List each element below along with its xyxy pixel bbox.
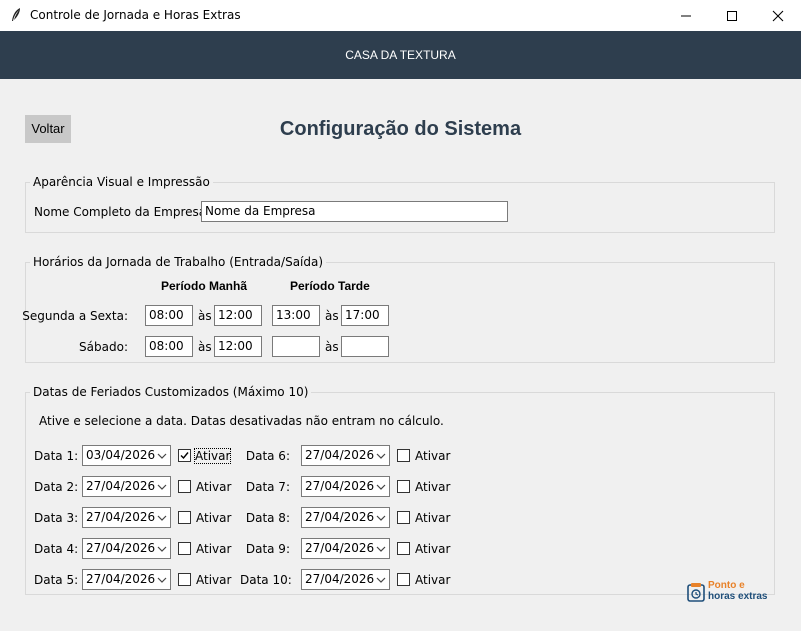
chevron-down-icon (157, 484, 167, 490)
holiday-3-activate-label[interactable]: Ativar (196, 511, 231, 525)
saturday-label: Sábado: (79, 340, 128, 354)
holiday-1-activate-label[interactable]: Ativar (193, 448, 232, 464)
holiday-2-activate-label[interactable]: Ativar (196, 480, 231, 494)
company-name-input[interactable]: Nome da Empresa (201, 201, 508, 222)
holiday-8-checkbox[interactable] (397, 511, 410, 524)
page-title: Configuração do Sistema (279, 118, 522, 140)
saturday-morning-sep: às (198, 340, 212, 354)
minimize-button[interactable] (663, 0, 709, 31)
holiday-7-activate-label[interactable]: Ativar (415, 480, 450, 494)
close-button[interactable] (755, 0, 801, 31)
holiday-3-label: Data 3: (34, 511, 79, 525)
holiday-1-date[interactable]: 03/04/2026 (82, 445, 171, 466)
chevron-down-icon (376, 546, 386, 552)
holiday-4-label: Data 4: (34, 542, 79, 556)
holiday-1-checkbox[interactable] (178, 449, 191, 462)
saturday-morning-in[interactable]: 08:00 (145, 336, 193, 357)
minimize-icon (681, 15, 691, 16)
holiday-9-label: Data 9: (245, 542, 290, 556)
holiday-9-activate-label[interactable]: Ativar (415, 542, 450, 556)
holiday-7-date[interactable]: 27/04/2026 (301, 476, 390, 497)
holiday-5-label: Data 5: (34, 573, 79, 587)
holiday-6-activate-label[interactable]: Ativar (415, 449, 450, 463)
logo-line-2: horas extras (708, 591, 768, 602)
logo-line-1: Ponto e (708, 580, 745, 591)
holiday-6-date[interactable]: 27/04/2026 (301, 445, 390, 466)
holiday-5-date[interactable]: 27/04/2026 (82, 569, 171, 590)
weekday-morning-sep: às (198, 309, 212, 323)
weekday-afternoon-sep: às (325, 309, 339, 323)
holiday-8-activate-label[interactable]: Ativar (415, 511, 450, 525)
weekday-morning-in[interactable]: 08:00 (145, 305, 193, 326)
holiday-9-date[interactable]: 27/04/2026 (301, 538, 390, 559)
holiday-10-label: Data 10: (240, 573, 292, 587)
clock-card-icon (687, 583, 705, 602)
appearance-group-title: Aparência Visual e Impressão (30, 175, 213, 189)
afternoon-period-header: Período Tarde (290, 279, 370, 293)
schedule-group-title: Horários da Jornada de Trabalho (Entrada… (30, 255, 327, 269)
chevron-down-icon (157, 546, 167, 552)
saturday-afternoon-sep: às (325, 340, 339, 354)
window-titlebar: Controle de Jornada e Horas Extras (0, 0, 801, 31)
chevron-down-icon (376, 515, 386, 521)
weekday-afternoon-out[interactable]: 17:00 (341, 305, 389, 326)
saturday-afternoon-out[interactable] (341, 336, 389, 357)
app-header: CASA DA TEXTURA (0, 31, 801, 79)
weekday-label: Segunda a Sexta: (22, 309, 128, 323)
holiday-4-date[interactable]: 27/04/2026 (82, 538, 171, 559)
holiday-10-checkbox[interactable] (397, 573, 410, 586)
chevron-down-icon (376, 453, 386, 459)
feather-icon (10, 7, 22, 23)
holiday-6-label: Data 6: (245, 449, 290, 463)
holiday-7-checkbox[interactable] (397, 480, 410, 493)
checkmark-icon (180, 452, 189, 460)
weekday-afternoon-in[interactable]: 13:00 (272, 305, 320, 326)
brand-name: CASA DA TEXTURA (345, 48, 456, 62)
morning-period-header: Período Manhã (161, 279, 248, 293)
schedule-group (25, 262, 775, 363)
chevron-down-icon (376, 484, 386, 490)
holiday-2-date[interactable]: 27/04/2026 (82, 476, 171, 497)
holiday-10-activate-label[interactable]: Ativar (415, 573, 450, 587)
holiday-10-date[interactable]: 27/04/2026 (301, 569, 390, 590)
saturday-afternoon-in[interactable] (272, 336, 320, 357)
holiday-4-checkbox[interactable] (178, 542, 191, 555)
saturday-morning-out[interactable]: 12:00 (214, 336, 262, 357)
holiday-9-checkbox[interactable] (397, 542, 410, 555)
holiday-2-checkbox[interactable] (178, 480, 191, 493)
close-icon (772, 10, 784, 21)
holiday-6-checkbox[interactable] (397, 449, 410, 462)
holiday-3-date[interactable]: 27/04/2026 (82, 507, 171, 528)
holiday-5-activate-label[interactable]: Ativar (196, 573, 231, 587)
holidays-group-title: Datas de Feriados Customizados (Máximo 1… (30, 385, 312, 399)
chevron-down-icon (157, 577, 167, 583)
window-title: Controle de Jornada e Horas Extras (30, 8, 241, 22)
holidays-hint: Ative e selecione a data. Datas desativa… (39, 414, 444, 428)
holiday-7-label: Data 7: (245, 480, 290, 494)
maximize-button[interactable] (709, 0, 755, 31)
holiday-5-checkbox[interactable] (178, 573, 191, 586)
maximize-icon (727, 10, 737, 21)
holiday-2-label: Data 2: (34, 480, 79, 494)
chevron-down-icon (157, 515, 167, 521)
app-logo: Ponto e horas extras (687, 580, 787, 604)
chevron-down-icon (376, 577, 386, 583)
holiday-8-label: Data 8: (245, 511, 290, 525)
holiday-8-date[interactable]: 27/04/2026 (301, 507, 390, 528)
weekday-morning-out[interactable]: 12:00 (214, 305, 262, 326)
company-name-label: Nome Completo da Empresa: (34, 205, 211, 219)
holiday-3-checkbox[interactable] (178, 511, 191, 524)
holiday-4-activate-label[interactable]: Ativar (196, 542, 231, 556)
chevron-down-icon (157, 453, 167, 459)
holiday-1-label: Data 1: (34, 449, 79, 463)
